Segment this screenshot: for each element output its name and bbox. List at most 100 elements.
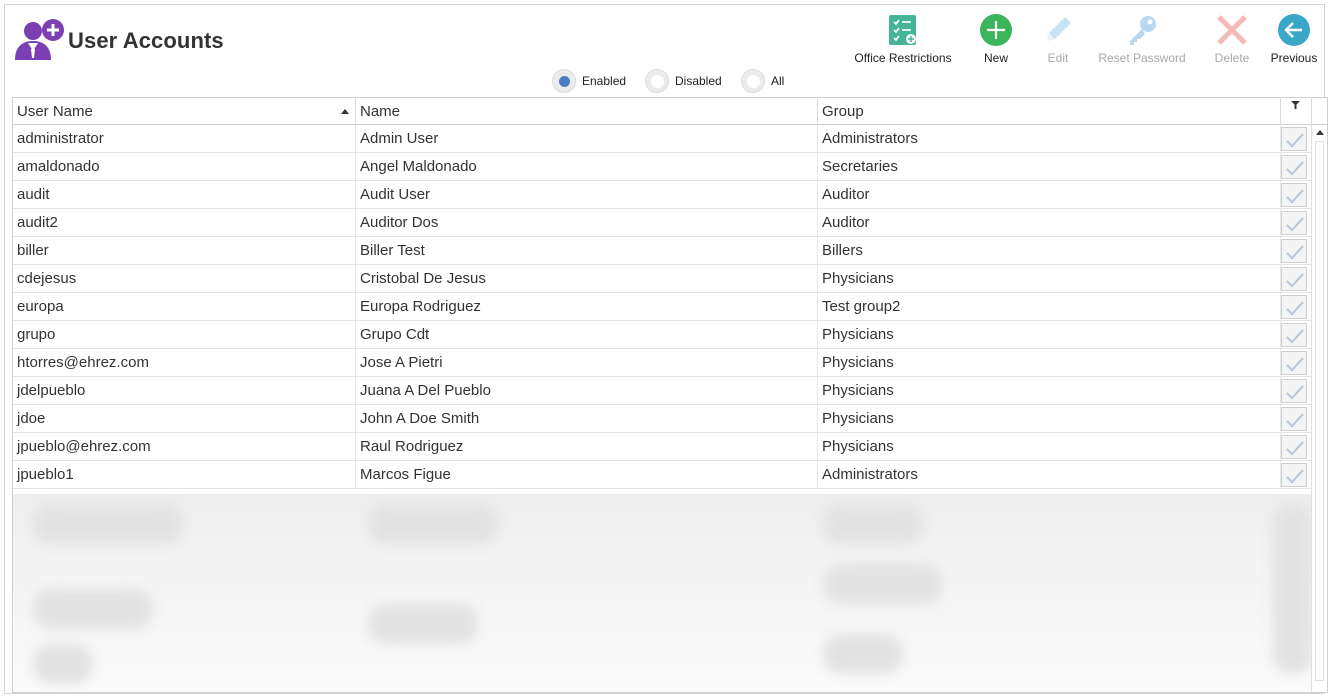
key-icon bbox=[1130, 16, 1156, 45]
checkmark-icon bbox=[1286, 469, 1304, 484]
cell-name: Biller Test bbox=[356, 237, 818, 264]
cell-name: Auditor Dos bbox=[356, 209, 818, 236]
active-checkbox[interactable] bbox=[1281, 211, 1307, 235]
office-restrictions-label: Office Restrictions bbox=[854, 51, 952, 65]
radio-all-indicator[interactable] bbox=[741, 69, 765, 93]
page-title: User Accounts bbox=[68, 28, 224, 53]
table-row[interactable]: audit Audit User Auditor bbox=[13, 181, 1313, 209]
cell-group: Auditor bbox=[818, 181, 1281, 208]
x-icon bbox=[1217, 15, 1247, 45]
radio-all[interactable]: All bbox=[741, 69, 784, 93]
scroll-track[interactable] bbox=[1315, 141, 1324, 681]
active-checkbox[interactable] bbox=[1281, 435, 1307, 459]
active-checkbox[interactable] bbox=[1281, 155, 1307, 179]
radio-enabled[interactable]: Enabled bbox=[552, 69, 626, 93]
cell-group: Physicians bbox=[818, 349, 1281, 376]
active-checkbox[interactable] bbox=[1281, 239, 1307, 263]
checkmark-icon bbox=[1286, 161, 1304, 176]
table-row[interactable]: jdelpueblo Juana A Del Pueblo Physicians bbox=[13, 377, 1313, 405]
table-row[interactable]: jpueblo@ehrez.com Raul Rodriguez Physician… bbox=[13, 433, 1313, 461]
active-checkbox[interactable] bbox=[1281, 379, 1307, 403]
table-row[interactable]: jdoe John A Doe Smith Physicians bbox=[13, 405, 1313, 433]
arrow-left-circle-icon bbox=[1278, 14, 1310, 46]
cell-group: Administrators bbox=[818, 125, 1281, 152]
active-checkbox[interactable] bbox=[1281, 295, 1307, 319]
table-row[interactable]: europa Europa Rodriguez Test group2 bbox=[13, 293, 1313, 321]
previous-button[interactable]: Previous bbox=[1266, 13, 1322, 65]
column-header-user-name[interactable]: User Name bbox=[13, 98, 356, 125]
checkmark-icon bbox=[1286, 189, 1304, 204]
table-row[interactable]: audit2 Auditor Dos Auditor bbox=[13, 209, 1313, 237]
delete-button[interactable]: Delete bbox=[1205, 13, 1259, 65]
checkmark-icon bbox=[1286, 357, 1304, 372]
active-checkbox[interactable] bbox=[1281, 183, 1307, 207]
cell-name: John A Doe Smith bbox=[356, 405, 818, 432]
table-row[interactable]: grupo Grupo Cdt Physicians bbox=[13, 321, 1313, 349]
cell-user-name: audit bbox=[13, 181, 356, 208]
cell-group: Physicians bbox=[818, 405, 1281, 432]
radio-disabled[interactable]: Disabled bbox=[645, 69, 722, 93]
cell-user-name: audit2 bbox=[13, 209, 356, 236]
column-header-name-label: Name bbox=[360, 103, 401, 120]
active-checkbox[interactable] bbox=[1281, 127, 1307, 151]
table-row[interactable]: jpueblo1 Marcos Figue Administrators bbox=[13, 461, 1313, 489]
checkmark-icon bbox=[1286, 385, 1304, 400]
grid-header: User Name Name Group bbox=[13, 98, 1327, 125]
column-header-filter[interactable] bbox=[1281, 98, 1312, 125]
delete-label: Delete bbox=[1214, 51, 1250, 65]
active-checkbox[interactable] bbox=[1281, 351, 1307, 375]
table-row[interactable]: cdejesus Cristobal De Jesus Physicians bbox=[13, 265, 1313, 293]
office-restrictions-button[interactable]: Office Restrictions bbox=[851, 13, 955, 65]
cell-user-name: cdejesus bbox=[13, 265, 356, 292]
active-checkbox[interactable] bbox=[1281, 463, 1307, 487]
cell-name: Grupo Cdt bbox=[356, 321, 818, 348]
user-add-icon bbox=[15, 19, 64, 60]
cell-group: Physicians bbox=[818, 433, 1281, 460]
cell-group: Physicians bbox=[818, 377, 1281, 404]
radio-enabled-label: Enabled bbox=[582, 74, 627, 88]
cell-group: Physicians bbox=[818, 265, 1281, 292]
checkmark-icon bbox=[1286, 441, 1304, 456]
previous-label: Previous bbox=[1270, 51, 1318, 65]
radio-all-label: All bbox=[771, 74, 785, 88]
cell-user-name: biller bbox=[13, 237, 356, 264]
cell-user-name: grupo bbox=[13, 321, 356, 348]
plus-circle-icon bbox=[980, 14, 1012, 46]
table-row[interactable]: amaldonado Angel Maldonado Secretaries bbox=[13, 153, 1313, 181]
new-button[interactable]: New bbox=[972, 13, 1020, 65]
active-checkbox[interactable] bbox=[1281, 407, 1307, 431]
table-row[interactable]: administrator Admin User Administrators bbox=[13, 125, 1313, 153]
radio-enabled-indicator[interactable] bbox=[552, 69, 576, 93]
active-checkbox[interactable] bbox=[1281, 323, 1307, 347]
user-accounts-window: User Accounts Office Restrictions New Ed… bbox=[4, 4, 1328, 694]
cell-name: Audit User bbox=[356, 181, 818, 208]
cell-user-name: europa bbox=[13, 293, 356, 320]
active-checkbox[interactable] bbox=[1281, 267, 1307, 291]
cell-group: Secretaries bbox=[818, 153, 1281, 180]
column-header-user-name-label: User Name bbox=[17, 103, 93, 120]
cell-name: Marcos Figue bbox=[356, 461, 818, 488]
reset-password-button[interactable]: Reset Password bbox=[1097, 13, 1187, 65]
reset-password-label: Reset Password bbox=[1098, 51, 1186, 65]
checklist-icon bbox=[889, 15, 916, 45]
cell-group: Billers bbox=[818, 237, 1281, 264]
column-header-group-label: Group bbox=[822, 103, 864, 120]
edit-button[interactable]: Edit bbox=[1035, 13, 1081, 65]
cell-name: Cristobal De Jesus bbox=[356, 265, 818, 292]
radio-disabled-label: Disabled bbox=[675, 74, 722, 88]
cell-name: Angel Maldonado bbox=[356, 153, 818, 180]
column-header-name[interactable]: Name bbox=[356, 98, 818, 125]
cell-user-name: administrator bbox=[13, 125, 356, 152]
cell-group: Physicians bbox=[818, 321, 1281, 348]
checkmark-icon bbox=[1286, 329, 1304, 344]
table-row[interactable]: htorres@ehrez.com Jose A Pietri Physicians bbox=[13, 349, 1313, 377]
vertical-scrollbar[interactable] bbox=[1311, 125, 1327, 692]
table-row[interactable]: biller Biller Test Billers bbox=[13, 237, 1313, 265]
user-accounts-grid: User Name Name Group administrator Admin … bbox=[12, 97, 1328, 693]
radio-disabled-indicator[interactable] bbox=[645, 69, 669, 93]
column-header-group[interactable]: Group bbox=[818, 98, 1281, 125]
scroll-up-icon[interactable] bbox=[1316, 130, 1324, 135]
grid-rows: administrator Admin User Administrators ama… bbox=[13, 125, 1313, 489]
cell-user-name: amaldonado bbox=[13, 153, 356, 180]
checkmark-icon bbox=[1286, 413, 1304, 428]
